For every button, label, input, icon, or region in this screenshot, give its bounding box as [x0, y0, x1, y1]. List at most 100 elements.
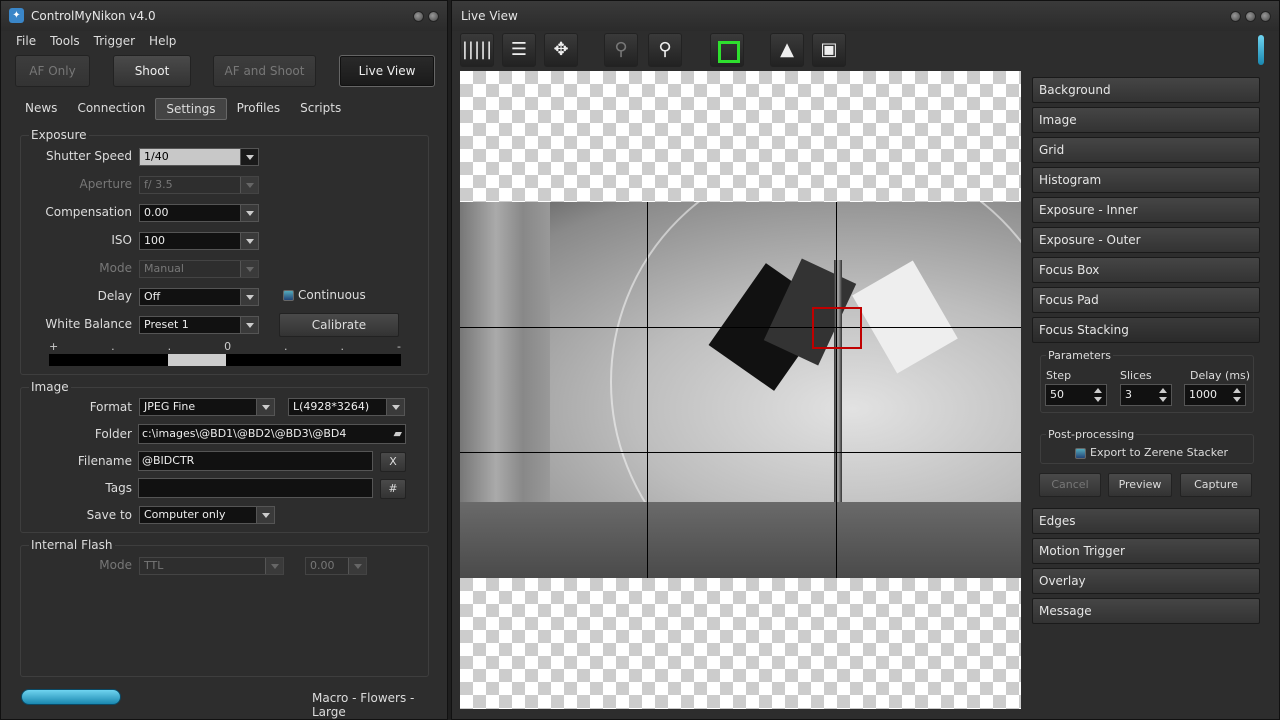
panel-histogram[interactable]: Histogram — [1032, 167, 1260, 193]
save-to-value: Computer only — [144, 508, 226, 521]
tab-profiles[interactable]: Profiles — [227, 98, 291, 120]
delay-ms-value: 1000 — [1189, 388, 1217, 401]
menu-help[interactable]: Help — [149, 31, 176, 51]
chevron-down-icon — [256, 399, 274, 415]
panel-edges[interactable]: Edges — [1032, 508, 1260, 534]
menu-icon[interactable]: ☰ — [502, 33, 536, 67]
panel-focus-pad[interactable]: Focus Pad — [1032, 287, 1260, 313]
exposure-meter-indicator — [168, 354, 226, 366]
meter-label: . — [284, 340, 288, 353]
af-and-shoot-button[interactable]: AF and Shoot — [213, 55, 316, 87]
panel-grid[interactable]: Grid — [1032, 137, 1260, 163]
size-combo[interactable]: L(4928*3264) — [288, 398, 405, 416]
iso-value: 100 — [144, 234, 165, 247]
foreground-blur — [460, 502, 1021, 578]
step-label: Step — [1046, 369, 1072, 382]
live-view-title: Live View — [461, 9, 518, 23]
filename-input[interactable]: @BIDCTR — [138, 451, 373, 471]
shoot-button[interactable]: Shoot — [113, 55, 191, 87]
focus-box[interactable] — [812, 307, 862, 349]
continuous-checkbox[interactable] — [283, 290, 294, 301]
filename-clear-button[interactable]: X — [380, 452, 406, 472]
cancel-button[interactable]: Cancel — [1039, 473, 1101, 497]
white-balance-label: White Balance — [45, 317, 132, 331]
live-view-canvas[interactable] — [460, 71, 1021, 709]
exposure-label: Exposure — [29, 128, 89, 142]
close-button[interactable] — [428, 11, 439, 22]
window-title: ControlMyNikon v4.0 — [31, 9, 156, 23]
format-value: JPEG Fine — [144, 400, 196, 413]
post-processing-label: Post-processing — [1046, 428, 1137, 441]
chevron-down-icon — [240, 289, 258, 305]
chevron-down-icon — [240, 233, 258, 249]
export-zerene-checkbox[interactable] — [1075, 448, 1086, 459]
slices-value: 3 — [1125, 388, 1132, 401]
tags-button[interactable]: # — [380, 479, 406, 499]
panel-motion-trigger[interactable]: Motion Trigger — [1032, 538, 1260, 564]
slices-spinbox[interactable]: 3 — [1120, 384, 1172, 406]
zoom-in-icon[interactable]: ⚲ — [648, 33, 682, 67]
format-combo[interactable]: JPEG Fine — [139, 398, 275, 416]
folder-open-icon[interactable]: ▰ — [394, 425, 402, 443]
spin-arrows-icon[interactable] — [1231, 387, 1243, 403]
zoom-out-icon[interactable]: ⚲ — [604, 33, 638, 67]
preview-button[interactable]: Preview — [1108, 473, 1172, 497]
tab-scripts[interactable]: Scripts — [290, 98, 351, 120]
delay-combo[interactable]: Off — [139, 288, 259, 306]
menu-tools[interactable]: Tools — [50, 31, 80, 51]
panel-focus-stacking[interactable]: Focus Stacking — [1032, 317, 1260, 343]
compensation-label: Compensation — [45, 205, 132, 219]
exposure-meter-scale: + . . 0 . . - — [49, 340, 401, 353]
folder-value: c:\images\@BD1\@BD2\@BD3\@BD4 — [142, 427, 347, 440]
spin-arrows-icon[interactable] — [1157, 387, 1169, 403]
portrait-icon[interactable]: ▲ — [770, 33, 804, 67]
panel-background[interactable]: Background — [1032, 77, 1260, 103]
close-button[interactable] — [1260, 11, 1271, 22]
live-view-button[interactable]: Live View — [339, 55, 435, 87]
focus-box-icon[interactable] — [710, 33, 744, 67]
aperture-label: Aperture — [79, 177, 132, 191]
tags-input[interactable] — [138, 478, 373, 498]
tab-news[interactable]: News — [15, 98, 67, 120]
step-spinbox[interactable]: 50 — [1045, 384, 1107, 406]
aperture-value: f/ 3.5 — [144, 178, 173, 191]
size-value: L(4928*3264) — [293, 400, 370, 413]
tab-settings[interactable]: Settings — [155, 98, 227, 120]
white-balance-combo[interactable]: Preset 1 — [139, 316, 259, 334]
panel-image[interactable]: Image — [1032, 107, 1260, 133]
panel-exposure-inner[interactable]: Exposure - Inner — [1032, 197, 1260, 223]
compensation-value: 0.00 — [144, 206, 169, 219]
calibrate-button[interactable]: Calibrate — [279, 313, 399, 337]
panel-overlay[interactable]: Overlay — [1032, 568, 1260, 594]
capture-button[interactable]: Capture — [1180, 473, 1252, 497]
iso-combo[interactable]: 100 — [139, 232, 259, 250]
live-view-image — [460, 202, 1021, 578]
minimize-button[interactable] — [1230, 11, 1241, 22]
minimize-button[interactable] — [413, 11, 424, 22]
menu-trigger[interactable]: Trigger — [94, 31, 135, 51]
video-icon[interactable]: ▣ — [812, 33, 846, 67]
panel-focus-box[interactable]: Focus Box — [1032, 257, 1260, 283]
af-only-button[interactable]: AF Only — [15, 55, 90, 87]
shutter-speed-combo[interactable]: 1/40 — [139, 148, 259, 166]
grid-line — [460, 327, 1021, 328]
flash-comp-combo[interactable]: 0.00 — [305, 557, 367, 575]
chevron-down-icon — [265, 558, 283, 574]
grid-icon[interactable]: ||||| — [460, 33, 494, 67]
save-to-combo[interactable]: Computer only — [139, 506, 275, 524]
mode-combo[interactable]: Manual — [139, 260, 259, 278]
move-icon[interactable]: ✥ — [544, 33, 578, 67]
panel-exposure-outer[interactable]: Exposure - Outer — [1032, 227, 1260, 253]
meter-label: . — [111, 340, 115, 353]
aperture-combo[interactable]: f/ 3.5 — [139, 176, 259, 194]
compensation-combo[interactable]: 0.00 — [139, 204, 259, 222]
spin-arrows-icon[interactable] — [1092, 387, 1104, 403]
flash-mode-combo[interactable]: TTL — [139, 557, 284, 575]
maximize-button[interactable] — [1245, 11, 1256, 22]
tab-connection[interactable]: Connection — [67, 98, 155, 120]
panel-message[interactable]: Message — [1032, 598, 1260, 624]
grid-line — [460, 452, 1021, 453]
menu-file[interactable]: File — [16, 31, 36, 51]
delay-spinbox[interactable]: 1000 — [1184, 384, 1246, 406]
folder-input[interactable]: c:\images\@BD1\@BD2\@BD3\@BD4 ▰ — [138, 424, 406, 444]
